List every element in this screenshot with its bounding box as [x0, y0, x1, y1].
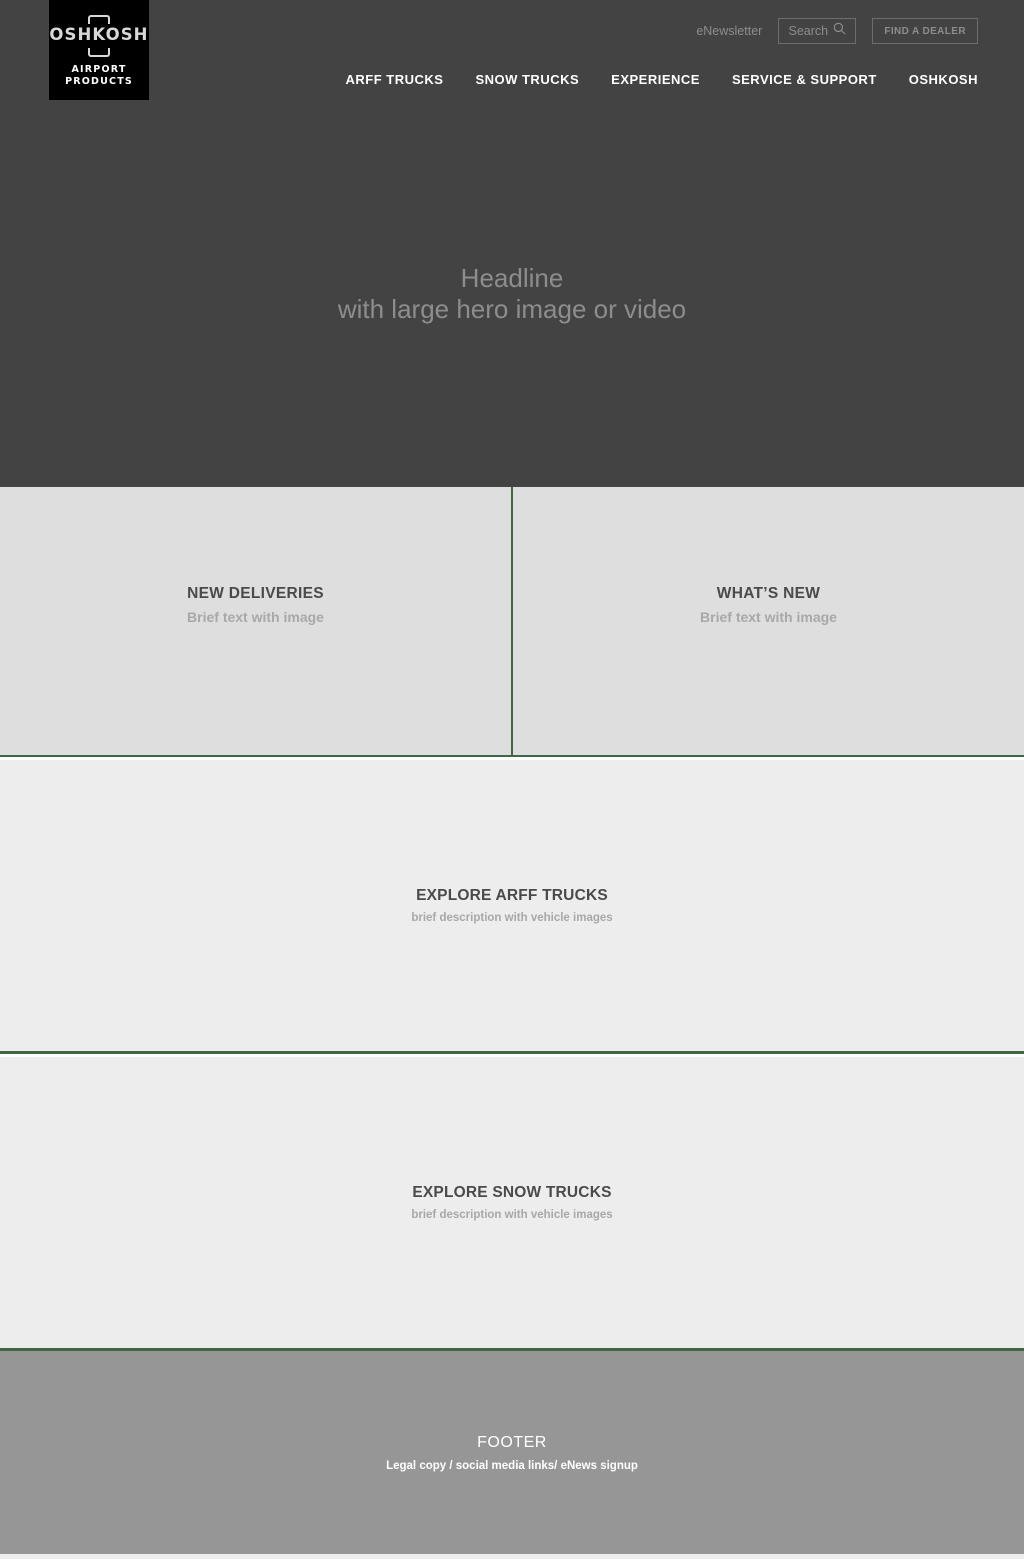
explore-arff-trucks-section[interactable]: EXPLORE ARFF TRUCKS brief description wi… — [0, 757, 1024, 1054]
explore-title: EXPLORE SNOW TRUCKS — [412, 1184, 612, 1201]
promo-subtitle: Brief text with image — [187, 609, 324, 625]
promo-card-whats-new[interactable]: WHAT’S NEW Brief text with image — [513, 487, 1024, 755]
search-input[interactable]: Search — [778, 18, 857, 44]
hero-headline: Headline — [460, 263, 564, 294]
enewsletter-link[interactable]: eNewsletter — [696, 24, 762, 38]
promo-subtitle: Brief text with image — [700, 609, 837, 625]
logo-bracket-bottom-icon — [88, 47, 110, 57]
explore-title: EXPLORE ARFF TRUCKS — [416, 887, 608, 904]
oshkosh-airport-products-logo[interactable]: OSHKOSH AIRPORT PRODUCTS — [49, 0, 149, 100]
logo-subtitle: AIRPORT PRODUCTS — [65, 64, 133, 88]
nav-item-experience[interactable]: EXPERIENCE — [611, 72, 700, 87]
find-a-dealer-button[interactable]: FIND A DEALER — [872, 18, 978, 44]
logo-bracket-top-icon — [88, 14, 110, 24]
logo-mark: OSHKOSH — [49, 13, 149, 59]
logo-subtitle-line1: AIRPORT — [71, 63, 127, 75]
nav-item-arff-trucks[interactable]: ARFF TRUCKS — [346, 72, 444, 87]
search-placeholder: Search — [788, 24, 829, 38]
logo-wordmark: OSHKOSH — [49, 25, 149, 45]
promo-title: WHAT’S NEW — [716, 585, 821, 602]
explore-subtitle: brief description with vehicle images — [411, 1209, 613, 1221]
search-icon[interactable] — [833, 22, 846, 40]
main-navigation: ARFF TRUCKS SNOW TRUCKS EXPERIENCE SERVI… — [346, 72, 979, 87]
hero-section: Headline with large hero image or video — [0, 100, 1024, 487]
hero-subheadline: with large hero image or video — [337, 293, 687, 324]
nav-item-snow-trucks[interactable]: SNOW TRUCKS — [475, 72, 579, 87]
promo-columns-section: NEW DELIVERIES Brief text with image WHA… — [0, 487, 1024, 757]
utility-bar: eNewsletter Search FIND A DEALER — [696, 18, 978, 44]
nav-item-service-support[interactable]: SERVICE & SUPPORT — [732, 72, 877, 87]
footer-title: FOOTER — [477, 1433, 547, 1451]
explore-snow-trucks-section[interactable]: EXPLORE SNOW TRUCKS brief description wi… — [0, 1054, 1024, 1351]
footer-subtitle: Legal copy / social media links/ eNews s… — [386, 1459, 638, 1472]
promo-title: NEW DELIVERIES — [187, 585, 324, 602]
nav-item-oshkosh[interactable]: OSHKOSH — [909, 72, 978, 87]
promo-card-new-deliveries[interactable]: NEW DELIVERIES Brief text with image — [0, 487, 513, 755]
explore-subtitle: brief description with vehicle images — [411, 912, 613, 924]
logo-subtitle-line2: PRODUCTS — [65, 75, 133, 87]
site-footer: FOOTER Legal copy / social media links/ … — [0, 1351, 1024, 1554]
site-header: OSHKOSH AIRPORT PRODUCTS eNewsletter Sea… — [0, 0, 1024, 100]
